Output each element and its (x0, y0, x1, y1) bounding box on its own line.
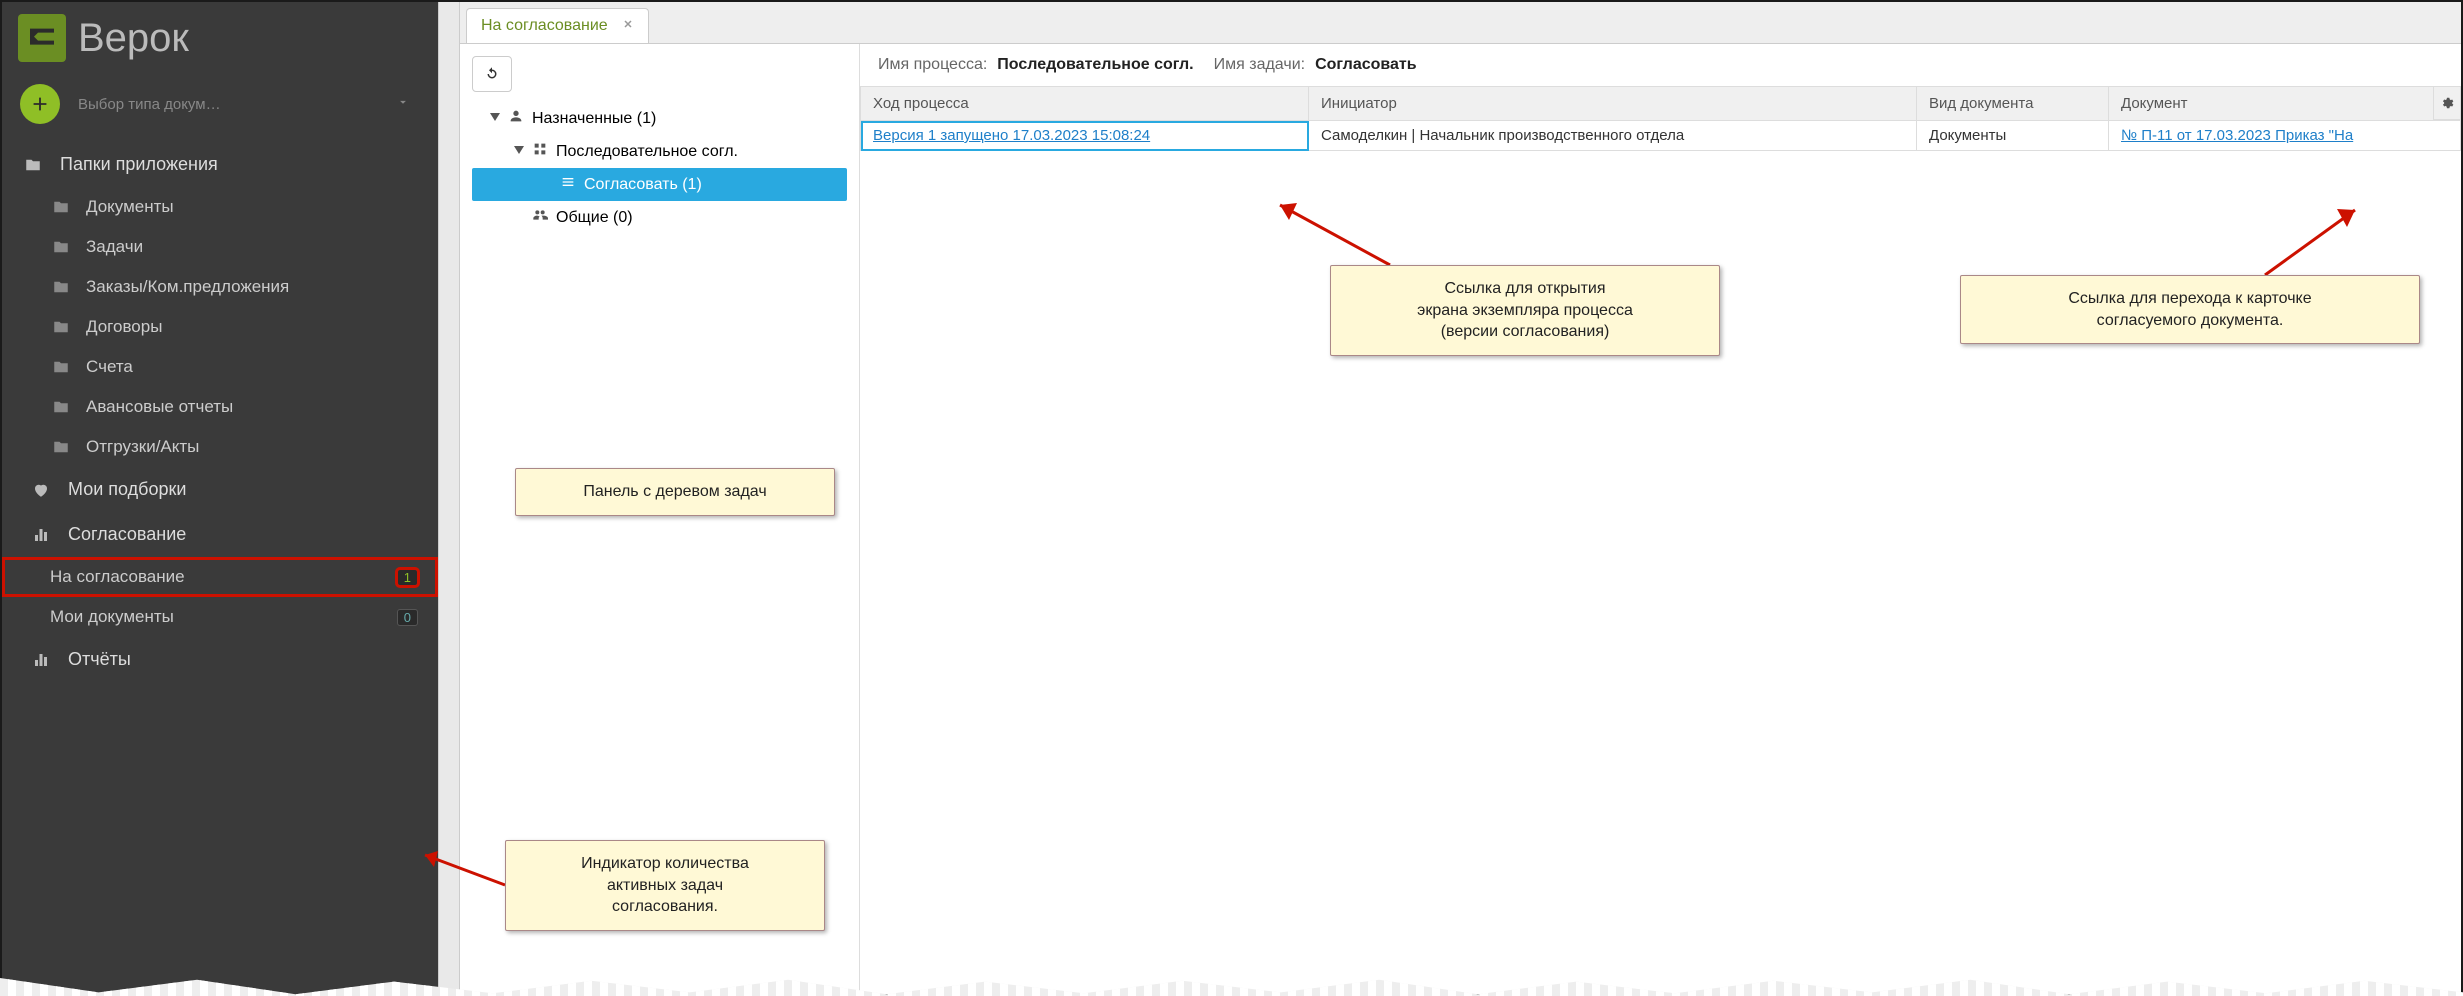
col-initiator[interactable]: Инициатор (1309, 87, 1917, 121)
callout-text: Панель с деревом задач (534, 481, 816, 503)
tree-node-approve-task[interactable]: Согласовать (1) (472, 168, 847, 201)
sidebar-section-selections[interactable]: Мои подборки (2, 467, 438, 512)
tree-node-label: Назначенные (1) (532, 110, 656, 128)
task-name-value: Согласовать (1315, 56, 1417, 74)
app-shell: Bepoк Выбор типа докум… Папки приложения… (0, 0, 2463, 996)
sidebar-item-label: Счета (86, 357, 133, 377)
table-header-row: Ход процесса Инициатор Вид документа Док… (861, 87, 2461, 121)
caret-down-icon (490, 110, 500, 128)
section-label: Папки приложения (60, 154, 218, 175)
sidebar-item-my-documents[interactable]: Мои документы 0 (2, 597, 438, 637)
tabs-row: На согласование (460, 2, 2461, 44)
sidebar-item-label: Договоры (86, 317, 162, 337)
tree-node-label: Общие (0) (556, 209, 633, 227)
sidebar-item-contracts[interactable]: Договоры (2, 307, 438, 347)
sidebar-item-label: Задачи (86, 237, 143, 257)
arrow-doc-link (2255, 205, 2365, 280)
callout-tree-panel: Панель с деревом задач (515, 468, 835, 516)
sidebar-item-tasks[interactable]: Задачи (2, 227, 438, 267)
task-table: Ход процесса Инициатор Вид документа Док… (860, 86, 2461, 151)
tree-node-label: Согласовать (1) (584, 176, 702, 194)
logo-icon (18, 14, 66, 62)
sidebar-item-label: Авансовые отчеты (86, 397, 233, 417)
callout-line: согласования. (524, 896, 806, 918)
cell-document-link[interactable]: № П-11 от 17.03.2023 Приказ "На (2109, 121, 2461, 151)
sidebar-item-label: На согласование (50, 567, 185, 587)
col-process[interactable]: Ход процесса (861, 87, 1309, 121)
process-name-value: Последовательное согл. (997, 56, 1193, 74)
sidebar-item-label: Мои документы (50, 607, 174, 627)
col-document[interactable]: Документ (2109, 87, 2461, 121)
users-icon (532, 207, 548, 228)
callout-line: согласуемого документа. (1979, 310, 2401, 332)
callout-line: Индикатор количества (524, 853, 806, 875)
sidebar-item-label: Заказы/Ком.предложения (86, 277, 289, 297)
table-row[interactable]: Версия 1 запущено 17.03.2023 15:08:24 Са… (861, 121, 2461, 151)
tree-node-shared[interactable]: Общие (0) (472, 201, 847, 234)
document-link[interactable]: № П-11 от 17.03.2023 Приказ "На (2121, 127, 2353, 144)
arrow-indicator (410, 845, 520, 895)
create-button[interactable] (20, 84, 60, 124)
tab-for-approval[interactable]: На согласование (466, 8, 649, 43)
caret-down-icon (514, 143, 524, 161)
user-icon (508, 108, 524, 129)
callout-process-link: Ссылка для открытия экрана экземпляра пр… (1330, 265, 1720, 356)
section-label: Мои подборки (68, 479, 186, 500)
task-name-label: Имя задачи: (1214, 56, 1305, 74)
document-type-select[interactable]: Выбор типа докум… (78, 95, 420, 113)
process-icon (532, 141, 548, 162)
callout-line: активных задач (524, 875, 806, 897)
sidebar-create-row: Выбор типа докум… (2, 74, 438, 142)
arrow-process-link (1275, 200, 1405, 275)
tree-node-assigned[interactable]: Назначенные (1) (472, 102, 847, 135)
detail-panel: Имя процесса: Последовательное согл. Имя… (860, 44, 2461, 994)
detail-header: Имя процесса: Последовательное согл. Имя… (860, 44, 2461, 86)
table-settings-button[interactable] (2433, 86, 2461, 120)
list-icon (560, 174, 576, 195)
sidebar-item-shipments[interactable]: Отгрузки/Акты (2, 427, 438, 467)
sidebar-item-invoices[interactable]: Счета (2, 347, 438, 387)
section-label: Отчёты (68, 649, 131, 670)
tree-node-label: Последовательное согл. (556, 143, 738, 161)
process-name-label: Имя процесса: (878, 56, 987, 74)
sidebar-item-label: Документы (86, 197, 174, 217)
callout-line: экрана экземпляра процесса (1349, 300, 1701, 322)
close-icon[interactable] (622, 17, 634, 35)
callout-indicator: Индикатор количества активных задач согл… (505, 840, 825, 931)
tree-node-sequential[interactable]: Последовательное согл. (472, 135, 847, 168)
sidebar-item-label: Отгрузки/Акты (86, 437, 199, 457)
callout-line: Ссылка для перехода к карточке (1979, 288, 2401, 310)
approval-count-badge: 1 (397, 569, 418, 586)
process-link[interactable]: Версия 1 запущено 17.03.2023 15:08:24 (873, 127, 1150, 144)
sidebar-item-for-approval[interactable]: На согласование 1 (2, 557, 438, 597)
callout-line: (версии согласования) (1349, 321, 1701, 343)
tab-label: На согласование (481, 17, 608, 35)
cell-initiator: Самоделкин | Начальник производственного… (1309, 121, 1917, 151)
sidebar-item-advance[interactable]: Авансовые отчеты (2, 387, 438, 427)
sidebar-section-reports[interactable]: Отчёты (2, 637, 438, 682)
sidebar-section-approval[interactable]: Согласование (2, 512, 438, 557)
refresh-button[interactable] (472, 56, 512, 92)
brand-title: Bepoк (78, 16, 189, 61)
sidebar-item-orders[interactable]: Заказы/Ком.предложения (2, 267, 438, 307)
callout-doc-link: Ссылка для перехода к карточке согласуем… (1960, 275, 2420, 344)
sidebar: Bepoк Выбор типа докум… Папки приложения… (2, 2, 438, 994)
section-label: Согласование (68, 524, 186, 545)
sidebar-header: Bepoк (2, 2, 438, 74)
cell-doc-type: Документы (1917, 121, 2109, 151)
sidebar-item-documents[interactable]: Документы (2, 187, 438, 227)
cell-process-link[interactable]: Версия 1 запущено 17.03.2023 15:08:24 (861, 121, 1309, 151)
document-type-label: Выбор типа докум… (78, 96, 221, 113)
task-table-wrap: Ход процесса Инициатор Вид документа Док… (860, 86, 2461, 994)
col-doc-type[interactable]: Вид документа (1917, 87, 2109, 121)
my-docs-count-badge: 0 (397, 609, 418, 626)
sidebar-section-app-folders[interactable]: Папки приложения (2, 142, 438, 187)
task-tree: Назначенные (1) Последовательное согл. С… (472, 102, 847, 234)
callout-line: Ссылка для открытия (1349, 278, 1701, 300)
chevron-down-icon (396, 95, 410, 113)
